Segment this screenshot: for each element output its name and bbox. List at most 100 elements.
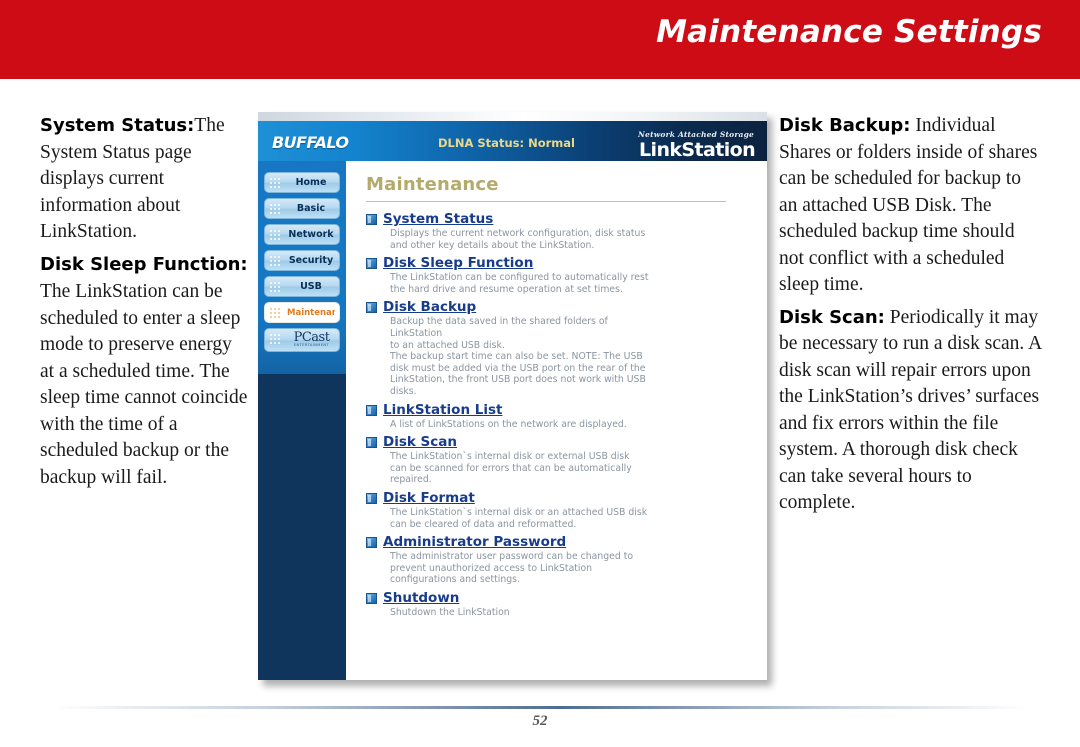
grid-dots-icon: [270, 256, 282, 267]
grid-dots-icon: [270, 282, 282, 293]
ui-sidebar: Home Basic Network Security USB Maintena…: [258, 161, 346, 680]
footer-divider: [50, 706, 1030, 709]
desc-line: disk must be added via the USB port on t…: [390, 362, 646, 374]
desc-line: the hard drive and resume operation at s…: [390, 283, 623, 295]
entry-description: A list of LinkStations on the network ar…: [390, 419, 758, 431]
entry-link[interactable]: Shutdown: [383, 590, 459, 606]
grid-dots-icon: [270, 178, 282, 189]
desc-line: The administrator user password can be c…: [390, 551, 634, 563]
entry-disk-sleep-function: Disk Sleep Function The LinkStation can …: [366, 255, 758, 295]
linkstation-web-ui-screenshot: BUFFALO DLNA Status: Normal Network Atta…: [258, 112, 767, 680]
desc-line: LinkStation: [390, 327, 443, 339]
ui-header-bar: BUFFALO DLNA Status: Normal Network Atta…: [258, 121, 767, 161]
browser-chrome-strip: [258, 112, 767, 121]
entry-header[interactable]: LinkStation List: [366, 402, 758, 418]
entry-header[interactable]: Disk Sleep Function: [366, 255, 758, 271]
entry-link[interactable]: Disk Format: [383, 490, 475, 506]
linkstation-logo: LinkStation: [639, 139, 756, 161]
entry-description: Displays the current network configurati…: [390, 228, 758, 251]
heading-divider: [366, 201, 726, 202]
entry-shutdown: Shutdown Shutdown the LinkStation: [366, 590, 758, 619]
paragraph-disk-sleep: Disk Sleep Function: The LinkStation can …: [40, 252, 248, 492]
dlna-status-text: DLNA Status: Normal: [438, 136, 575, 150]
sidebar-item-basic[interactable]: Basic: [264, 198, 340, 219]
page-number: 52: [532, 713, 548, 729]
blue-cube-icon: [366, 302, 377, 314]
lead-system-status: System Status:: [40, 115, 195, 136]
sidebar-item-home[interactable]: Home: [264, 172, 340, 193]
entry-header[interactable]: Administrator Password: [366, 534, 758, 550]
entry-description: The administrator user password can be c…: [390, 551, 758, 586]
paragraph-disk-backup: Disk Backup: Individual Shares or folder…: [779, 113, 1044, 299]
lead-disk-sleep: Disk Sleep Function:: [40, 253, 248, 275]
entry-header[interactable]: Disk Format: [366, 490, 758, 506]
entry-link[interactable]: System Status: [383, 211, 493, 227]
paragraph-system-status: System Status:The System Status page dis…: [40, 113, 248, 246]
sidebar-item-pcast[interactable]: PCast ENTERTAINMENT: [264, 328, 340, 352]
blue-cube-icon: [366, 404, 377, 416]
desc-line: to an attached USB disk.: [390, 339, 505, 351]
entry-header[interactable]: Disk Backup: [366, 299, 758, 315]
sidebar-item-label: Maintenance: [287, 308, 335, 318]
entry-link[interactable]: Disk Scan: [383, 434, 457, 450]
sidebar-item-label: Basic: [296, 203, 326, 214]
sidebar-item-label: Home: [295, 177, 327, 188]
blue-cube-icon: [366, 437, 377, 449]
desc-line: prevent unauthorized access to LinkStati…: [390, 562, 593, 574]
buffalo-logo: BUFFALO: [272, 133, 349, 152]
entry-linkstation-list: LinkStation List A list of LinkStations …: [366, 402, 758, 431]
blue-cube-icon: [366, 258, 377, 270]
entry-system-status: System Status Displays the current netwo…: [366, 211, 758, 251]
grid-dots-icon: [270, 308, 282, 319]
entry-link[interactable]: Disk Sleep Function: [383, 255, 533, 271]
sidebar-item-maintenance[interactable]: Maintenance: [264, 302, 340, 323]
desc-line: Backup the data saved in the shared fold…: [390, 316, 608, 328]
sidebar-lower-fill: [258, 374, 346, 680]
right-text-column: Disk Backup: Individual Shares or folder…: [779, 113, 1044, 523]
paragraph-disk-scan: Disk Scan: Periodically it may be necess…: [779, 305, 1044, 517]
sidebar-item-usb[interactable]: USB: [264, 276, 340, 297]
nas-tagline: Network Attached Storage: [638, 130, 754, 139]
entry-description: The LinkStation`s internal disk or an at…: [390, 507, 758, 530]
blue-cube-icon: [366, 492, 377, 504]
desc-line: Shutdown the LinkStation: [390, 606, 510, 618]
blue-cube-icon: [366, 537, 377, 549]
desc-line: disks.: [390, 385, 417, 397]
left-text-column: System Status:The System Status page dis…: [40, 113, 248, 497]
grid-dots-icon: [270, 204, 282, 215]
desc-line: The LinkStation`s internal disk or an at…: [390, 506, 648, 518]
entry-link[interactable]: Disk Backup: [383, 299, 476, 315]
desc-line: A list of LinkStations on the network ar…: [390, 418, 627, 430]
entry-header[interactable]: Disk Scan: [366, 434, 758, 450]
maintenance-entry-list: System Status Displays the current netwo…: [366, 211, 758, 622]
entry-administrator-password: Administrator Password The administrator…: [366, 534, 758, 586]
entry-description: Backup the data saved in the shared fold…: [390, 316, 758, 397]
entry-link[interactable]: Administrator Password: [383, 534, 566, 550]
sidebar-item-label: Network: [288, 229, 334, 240]
ui-main-panel: Maintenance System Status Displays the c…: [346, 161, 767, 680]
body-disk-scan: Periodically it may be necessary to run …: [779, 306, 1042, 514]
entry-header[interactable]: System Status: [366, 211, 758, 227]
desc-line: Displays the current network configurati…: [390, 228, 646, 239]
body-disk-backup: Individual Shares or folders inside of s…: [779, 115, 1038, 295]
desc-line: The LinkStation can be configured to aut…: [390, 272, 649, 284]
desc-line: configurations and settings.: [390, 574, 520, 586]
desc-line: repaired.: [390, 474, 432, 486]
grid-dots-icon: [270, 334, 282, 345]
sidebar-item-network[interactable]: Network: [264, 224, 340, 245]
page-title: Maintenance Settings: [656, 14, 1042, 50]
pcast-sublabel: ENTERTAINMENT: [293, 343, 330, 347]
sidebar-item-label: USB: [300, 281, 322, 292]
blue-cube-icon: [366, 214, 377, 225]
entry-link[interactable]: LinkStation List: [383, 402, 503, 418]
page-banner: Maintenance Settings: [0, 0, 1080, 79]
entry-disk-format: Disk Format The LinkStation`s internal d…: [366, 490, 758, 530]
lead-disk-scan: Disk Scan:: [779, 306, 885, 328]
entry-disk-backup: Disk Backup Backup the data saved in the…: [366, 299, 758, 397]
sidebar-item-security[interactable]: Security: [264, 250, 340, 271]
blue-cube-icon: [366, 592, 377, 604]
entry-header[interactable]: Shutdown: [366, 590, 758, 606]
sidebar-item-label: Security: [288, 255, 334, 266]
entry-description: Shutdown the LinkStation: [390, 607, 758, 619]
desc-line: and other key details about the LinkStat…: [390, 239, 595, 251]
